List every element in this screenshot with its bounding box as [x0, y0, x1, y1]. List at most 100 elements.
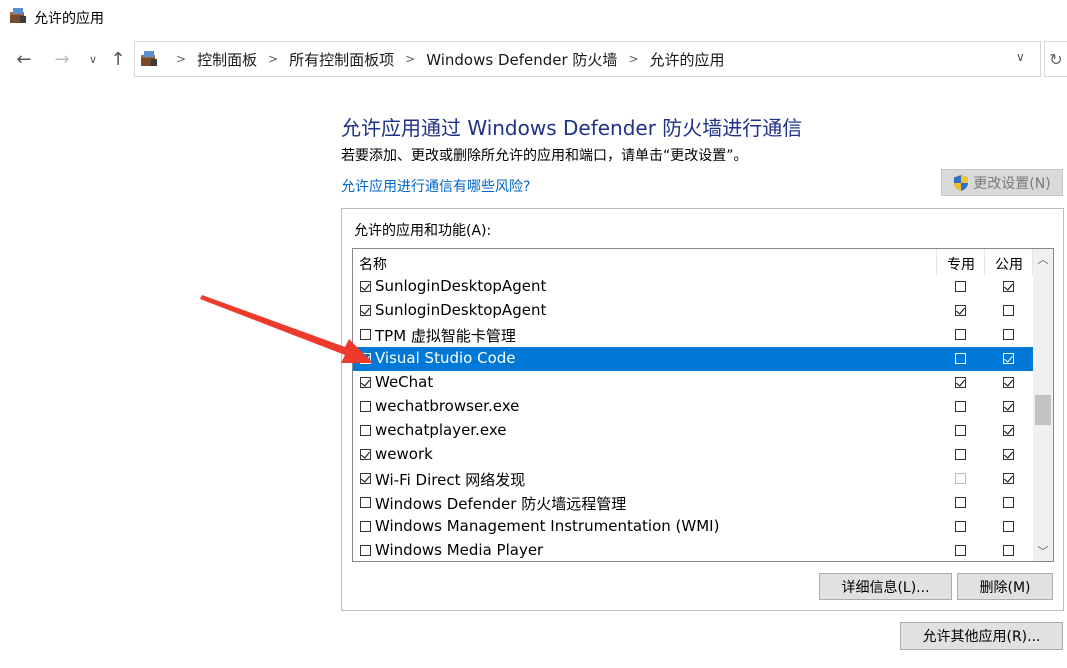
app-name: SunloginDesktopAgent — [375, 277, 547, 295]
table-row[interactable]: Visual Studio Code — [353, 347, 1033, 371]
app-name: wework — [375, 445, 433, 463]
table-row[interactable]: wework — [353, 443, 1033, 467]
public-checkbox[interactable] — [1003, 329, 1014, 340]
table-row[interactable]: wechatplayer.exe — [353, 419, 1033, 443]
app-name: wechatplayer.exe — [375, 421, 507, 439]
back-arrow-icon: ← — [16, 48, 32, 70]
enable-checkbox[interactable] — [360, 401, 371, 412]
public-checkbox[interactable] — [1003, 521, 1014, 532]
public-checkbox[interactable] — [1003, 401, 1014, 412]
chevron-right-icon: > — [176, 52, 187, 66]
private-checkbox[interactable] — [955, 329, 966, 340]
app-name: TPM 虚拟智能卡管理 — [375, 327, 516, 345]
public-checkbox[interactable] — [1003, 377, 1014, 388]
chevron-right-icon: > — [405, 52, 416, 66]
risk-info-link[interactable]: 允许应用进行通信有哪些风险? — [341, 176, 530, 196]
private-checkbox[interactable] — [955, 545, 966, 556]
private-checkbox[interactable] — [955, 449, 966, 460]
list-scrollbar[interactable]: ︿ ﹀ — [1033, 249, 1053, 561]
private-checkbox[interactable] — [955, 305, 966, 316]
change-settings-label: 更改设置(N) — [973, 175, 1051, 192]
public-checkbox[interactable] — [1003, 281, 1014, 292]
enable-checkbox[interactable] — [360, 473, 371, 484]
table-row[interactable]: Windows Media Player — [353, 539, 1033, 561]
private-checkbox[interactable] — [955, 377, 966, 388]
window-title: 允许的应用 — [34, 11, 104, 27]
page-description: 若要添加、更改或删除所允许的应用和端口，请单击“更改设置”。 — [341, 148, 748, 164]
breadcrumb: > 控制面板 > 所有控制面板项 > Windows Defender 防火墙 … — [165, 42, 725, 76]
public-checkbox[interactable] — [1003, 305, 1014, 316]
app-name: Wi-Fi Direct 网络发现 — [375, 471, 526, 489]
allow-other-app-button[interactable]: 允许其他应用(R)... — [900, 622, 1063, 650]
public-checkbox[interactable] — [1003, 545, 1014, 556]
enable-checkbox[interactable] — [360, 497, 371, 508]
app-name: Windows Media Player — [375, 541, 544, 559]
table-row[interactable]: SunloginDesktopAgent — [353, 275, 1033, 299]
public-checkbox[interactable] — [1003, 449, 1014, 460]
table-row[interactable]: wechatbrowser.exe — [353, 395, 1033, 419]
page-title: 允许应用通过 Windows Defender 防火墙进行通信 — [341, 116, 803, 140]
app-name: WeChat — [375, 373, 434, 391]
address-dropdown-icon[interactable]: ∨ — [1016, 50, 1032, 66]
uac-shield-icon — [954, 174, 969, 191]
annotation-arrow-icon — [200, 295, 373, 363]
forward-button[interactable]: → — [50, 46, 74, 72]
private-checkbox[interactable] — [955, 473, 966, 484]
private-checkbox[interactable] — [955, 353, 966, 364]
public-checkbox[interactable] — [1003, 497, 1014, 508]
table-row[interactable]: WeChat — [353, 371, 1033, 395]
chevron-down-icon: ∨ — [88, 52, 98, 66]
list-header: 名称 专用 公用 — [353, 249, 1033, 275]
app-name: SunloginDesktopAgent — [375, 301, 547, 319]
allowed-apps-list[interactable]: 名称 专用 公用 SunloginDesktopAgent SunloginDe… — [352, 248, 1054, 562]
breadcrumb-all-items[interactable]: 所有控制面板项 — [289, 49, 394, 70]
column-header-private[interactable]: 专用 — [937, 254, 985, 274]
table-row[interactable]: Windows Defender 防火墙远程管理 — [353, 491, 1033, 515]
private-checkbox[interactable] — [955, 401, 966, 412]
public-checkbox[interactable] — [1003, 353, 1014, 364]
control-panel-icon — [141, 51, 157, 66]
change-settings-button[interactable]: 更改设置(N) — [941, 169, 1063, 196]
back-button[interactable]: ← — [12, 46, 36, 72]
column-header-name[interactable]: 名称 — [359, 254, 387, 274]
private-checkbox[interactable] — [955, 521, 966, 532]
table-row[interactable]: Wi-Fi Direct 网络发现 — [353, 467, 1033, 491]
public-checkbox[interactable] — [1003, 473, 1014, 484]
refresh-button[interactable]: ↻ — [1044, 41, 1067, 77]
enable-checkbox[interactable] — [360, 521, 371, 532]
table-row[interactable]: Windows Management Instrumentation (WMI) — [353, 515, 1033, 539]
firewall-app-icon — [10, 8, 26, 23]
breadcrumb-firewall[interactable]: Windows Defender 防火墙 — [426, 49, 617, 70]
enable-checkbox[interactable] — [360, 545, 371, 556]
chevron-right-icon: > — [628, 52, 639, 66]
private-checkbox[interactable] — [955, 425, 966, 436]
scroll-up-icon[interactable]: ︿ — [1033, 249, 1053, 269]
private-checkbox[interactable] — [955, 281, 966, 292]
refresh-icon: ↻ — [1049, 49, 1063, 69]
up-button[interactable]: ↑ — [106, 46, 130, 72]
app-name: Windows Management Instrumentation (WMI) — [375, 517, 720, 535]
enable-checkbox[interactable] — [360, 377, 371, 388]
enable-checkbox[interactable] — [360, 425, 371, 436]
breadcrumb-control-panel[interactable]: 控制面板 — [197, 49, 257, 70]
column-header-public[interactable]: 公用 — [985, 254, 1033, 274]
up-arrow-icon: ↑ — [110, 48, 126, 70]
enable-checkbox[interactable] — [360, 281, 371, 292]
public-checkbox[interactable] — [1003, 425, 1014, 436]
allowed-apps-group: 允许的应用和功能(A): 名称 专用 公用 SunloginDesktopAge… — [341, 208, 1064, 611]
private-checkbox[interactable] — [955, 497, 966, 508]
address-bar[interactable]: > 控制面板 > 所有控制面板项 > Windows Defender 防火墙 … — [134, 41, 1041, 77]
table-row[interactable]: TPM 虚拟智能卡管理 — [353, 323, 1033, 347]
remove-button[interactable]: 删除(M) — [957, 573, 1053, 600]
chevron-right-icon: > — [268, 52, 279, 66]
scroll-down-icon[interactable]: ﹀ — [1033, 541, 1053, 561]
breadcrumb-allowed-apps[interactable]: 允许的应用 — [650, 49, 725, 70]
table-row[interactable]: SunloginDesktopAgent — [353, 299, 1033, 323]
app-name: Visual Studio Code — [375, 349, 516, 367]
details-button[interactable]: 详细信息(L)... — [819, 573, 952, 600]
app-name: wechatbrowser.exe — [375, 397, 520, 415]
forward-arrow-icon: → — [54, 48, 70, 70]
recent-locations-button[interactable]: ∨ — [81, 46, 105, 72]
enable-checkbox[interactable] — [360, 449, 371, 460]
scrollbar-thumb[interactable] — [1035, 395, 1051, 425]
